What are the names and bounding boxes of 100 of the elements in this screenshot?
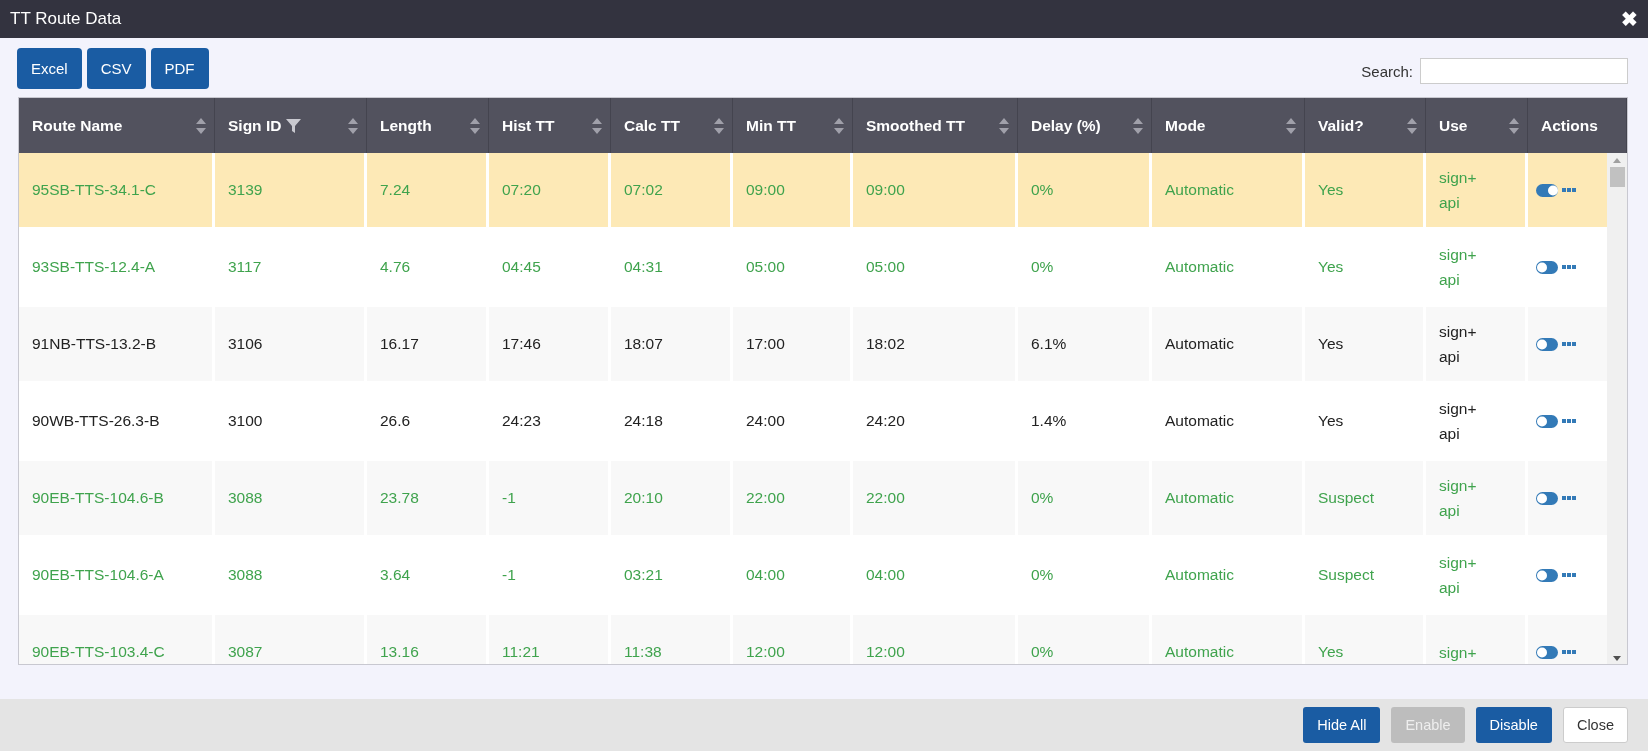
table-cell: 3106 (215, 307, 367, 381)
table-cell: Yes (1305, 384, 1426, 458)
toggle-off[interactable] (1536, 260, 1558, 274)
table-cell: 90EB-TTS-103.4-C (19, 615, 215, 664)
column-label: Calc TT (624, 116, 680, 135)
table-cell: Automatic (1152, 461, 1305, 535)
column-label: Smoothed TT (866, 116, 966, 135)
table-cell: 04:00 (853, 538, 1018, 612)
use-text: api (1439, 270, 1460, 290)
sort-icon (470, 116, 480, 135)
table-cell: 16.17 (367, 307, 489, 381)
column-label: Min TT (746, 116, 796, 135)
table-cell: Yes (1305, 615, 1426, 664)
toggle-off[interactable] (1536, 414, 1558, 428)
search-field[interactable] (1420, 58, 1628, 84)
table-cell: 11:21 (489, 615, 611, 664)
table-cell: Suspect (1305, 538, 1426, 612)
table-cell: 23.78 (367, 461, 489, 535)
table-cell: 03:21 (611, 538, 733, 612)
table-cell: 0% (1018, 615, 1152, 664)
table-cell: 6.1% (1018, 307, 1152, 381)
footer-button[interactable]: Close (1562, 707, 1628, 743)
table-cell: 4.76 (367, 230, 489, 304)
table-cell: 11:38 (611, 615, 733, 664)
footer-button[interactable]: Hide All (1303, 707, 1381, 743)
column-label: Mode (1165, 116, 1206, 135)
column-label: Delay (%) (1031, 116, 1101, 135)
table-cell: 05:00 (733, 230, 853, 304)
table-cell: 3088 (215, 461, 367, 535)
table-cell: Yes (1305, 230, 1426, 304)
use-text: api (1439, 424, 1460, 444)
table-cell: Automatic (1152, 615, 1305, 664)
table-cell: 0% (1018, 230, 1152, 304)
window-title: TT Route Data (10, 9, 122, 29)
filter-icon (286, 118, 302, 133)
column-label: Route Name (32, 116, 123, 135)
use-text: sign+ (1439, 168, 1477, 188)
table-cell: 90WB-TTS-26.3-B (19, 384, 215, 458)
table-cell: Automatic (1152, 307, 1305, 381)
sort-icon (999, 116, 1009, 135)
table-cell: 1.4% (1018, 384, 1152, 458)
toggle-off[interactable] (1536, 337, 1558, 351)
more-icon[interactable] (1562, 419, 1576, 423)
export-button[interactable]: PDF (150, 48, 209, 89)
table-cell: 07:02 (611, 153, 733, 227)
footer-button[interactable]: Disable (1475, 707, 1552, 743)
more-icon[interactable] (1562, 650, 1576, 654)
more-icon[interactable] (1562, 573, 1576, 577)
table-cell: 24:20 (853, 384, 1018, 458)
more-icon[interactable] (1562, 496, 1576, 500)
sort-icon (714, 116, 724, 135)
table-cell: 3088 (215, 538, 367, 612)
table-cell: Yes (1305, 153, 1426, 227)
use-text: sign+ (1439, 399, 1477, 419)
table-cell: 24:00 (733, 384, 853, 458)
table-cell: 22:00 (733, 461, 853, 535)
table-cell: 04:00 (733, 538, 853, 612)
table-cell: Automatic (1152, 538, 1305, 612)
table-cell: 22:00 (853, 461, 1018, 535)
close-button[interactable]: ✖ (1621, 9, 1638, 29)
toggle-off[interactable] (1536, 491, 1558, 505)
column-label: Use (1439, 116, 1468, 135)
toggle-off[interactable] (1536, 645, 1558, 659)
table-cell: 3.64 (367, 538, 489, 612)
table-cell: 12:00 (733, 615, 853, 664)
table-cell: 7.24 (367, 153, 489, 227)
use-text: api (1439, 193, 1460, 213)
table-cell: Suspect (1305, 461, 1426, 535)
column-label: Valid? (1318, 116, 1364, 135)
table-cell: 90EB-TTS-104.6-A (19, 538, 215, 612)
toggle-on[interactable] (1536, 183, 1558, 197)
table-cell: 90EB-TTS-104.6-B (19, 461, 215, 535)
toggle-off[interactable] (1536, 568, 1558, 582)
table-cell: 3087 (215, 615, 367, 664)
table-cell: 04:45 (489, 230, 611, 304)
table-cell: 0% (1018, 538, 1152, 612)
sort-icon (834, 116, 844, 135)
table-cell: 09:00 (853, 153, 1018, 227)
more-icon[interactable] (1562, 188, 1576, 192)
table-row[interactable]: 91NB-TTS-13.2-B 3106 16.17 17:46 18:07 17:00 18:02 6.1% Automatic Yes sign+ api (19, 307, 1607, 384)
column-label: Sign ID (228, 116, 282, 135)
table-cell: 18:07 (611, 307, 733, 381)
export-button[interactable]: Excel (17, 48, 82, 89)
table-cell: 24:18 (611, 384, 733, 458)
table-cell: 12:00 (853, 615, 1018, 664)
column-label: Length (380, 116, 432, 135)
table-cell: 05:00 (853, 230, 1018, 304)
table-cell: 3100 (215, 384, 367, 458)
column-label: Hist TT (502, 116, 555, 135)
table-cell: 18:02 (853, 307, 1018, 381)
table-cell: 24:23 (489, 384, 611, 458)
sort-icon (348, 116, 358, 135)
export-button[interactable]: CSV (86, 48, 146, 89)
more-icon[interactable] (1562, 265, 1576, 269)
table-cell: 17:46 (489, 307, 611, 381)
table-cell: 91NB-TTS-13.2-B (19, 307, 215, 381)
sort-icon (1286, 116, 1296, 135)
use-text: api (1439, 578, 1460, 598)
more-icon[interactable] (1562, 342, 1576, 346)
table-cell: 13.16 (367, 615, 489, 664)
